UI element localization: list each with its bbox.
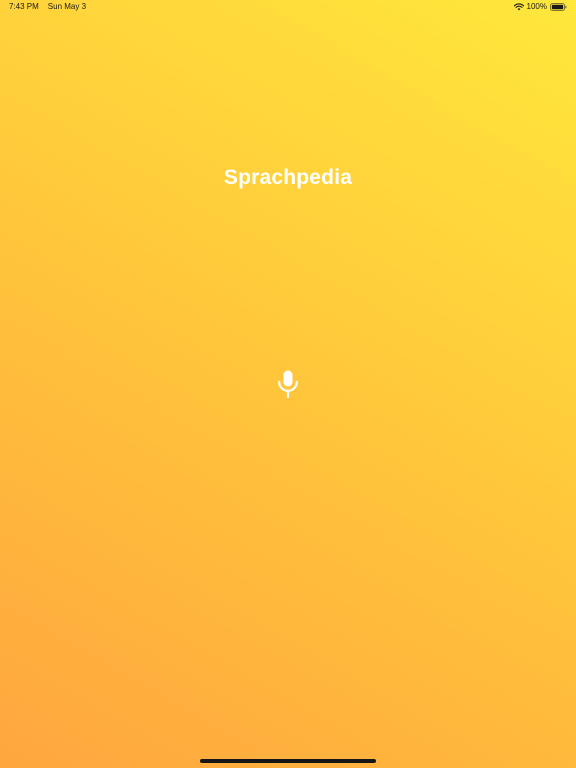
home-indicator[interactable] (200, 759, 376, 763)
app-title: Sprachpedia (223, 166, 353, 189)
battery-percent: 100% (526, 2, 547, 11)
microphone-icon (277, 370, 299, 398)
status-date: Sun May 3 (47, 2, 87, 11)
app-screen: 7:43 PM Sun May 3 100% Sprachpedia (0, 0, 576, 768)
status-bar: 7:43 PM Sun May 3 100% (0, 0, 576, 14)
microphone-button[interactable] (270, 366, 306, 402)
wifi-icon (513, 2, 524, 11)
status-bar-right: 100% (513, 2, 567, 11)
status-bar-left: 7:43 PM Sun May 3 (9, 2, 86, 11)
battery-full-icon (550, 2, 567, 11)
status-time: 7:43 PM (9, 2, 39, 11)
